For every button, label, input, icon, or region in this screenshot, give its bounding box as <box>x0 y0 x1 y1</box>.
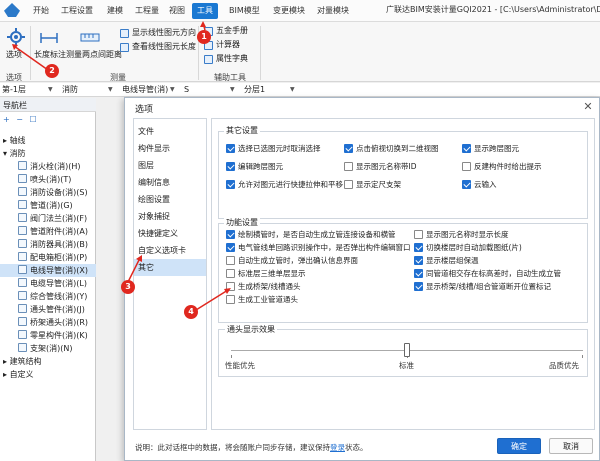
callout-arrows <box>12 21 231 311</box>
callout-badge-2: 2 <box>45 64 59 78</box>
callout-badge-4: 4 <box>184 305 198 319</box>
callout-badge-1: 1 <box>197 30 211 44</box>
callout-badge-3: 3 <box>121 280 135 294</box>
